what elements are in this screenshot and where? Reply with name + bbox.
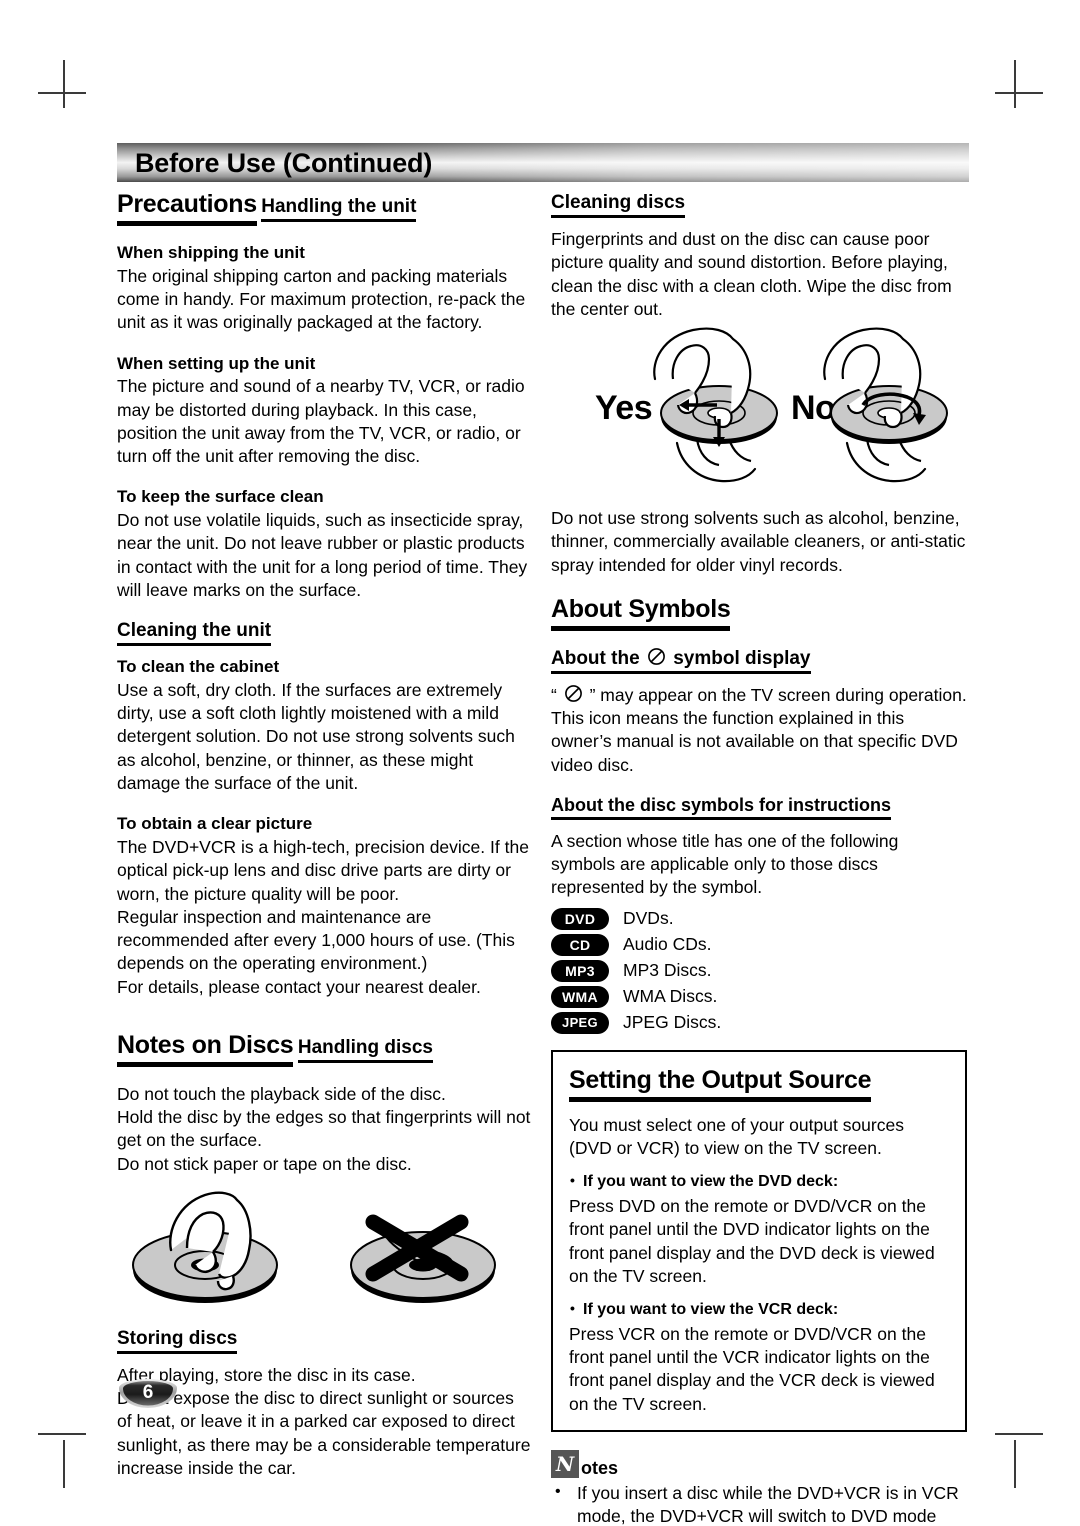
section-heading-precautions: Precautions bbox=[117, 190, 257, 226]
text-output-source-intro: You must select one of your output sourc… bbox=[569, 1114, 904, 1158]
section-heading-output-source: Setting the Output Source bbox=[569, 1066, 872, 1102]
badge-dvd: DVD bbox=[551, 907, 609, 930]
block-text-when-setting-up: The picture and sound of a nearby TV, VC… bbox=[117, 376, 525, 467]
notes-n-icon: N bbox=[551, 1449, 579, 1478]
subsection-heading-handling-discs: Handling discs bbox=[297, 1037, 433, 1063]
disc-symbol-label-wma: WMA Discs. bbox=[623, 985, 718, 1006]
block-text-clean-cabinet: Use a soft, dry cloth. If the surfaces a… bbox=[117, 679, 515, 793]
disc-symbol-row-cd: CD Audio CDs. bbox=[551, 933, 967, 956]
disc-symbol-row-jpeg: JPEG JPEG Discs. bbox=[551, 1011, 967, 1034]
notes-heading-label: otes bbox=[581, 1457, 619, 1478]
subsection-heading-cleaning-discs: Cleaning discs bbox=[551, 192, 686, 218]
block-heading-keep-surface-clean: To keep the surface clean bbox=[117, 487, 324, 507]
page-header-bar: Before Use (Continued) bbox=[117, 143, 969, 182]
manual-page: Before Use (Continued) Precautions Handl… bbox=[0, 0, 1080, 1526]
notes-list: If you insert a disc while the DVD+VCR i… bbox=[551, 1481, 967, 1526]
crop-mark-bottom-left-horizontal bbox=[38, 1433, 86, 1435]
crop-mark-top-right-vertical bbox=[1014, 60, 1016, 108]
disc-symbol-row-wma: WMA WMA Discs. bbox=[551, 985, 967, 1008]
crop-mark-top-left-horizontal bbox=[38, 92, 86, 94]
crop-mark-bottom-right-horizontal bbox=[995, 1433, 1043, 1435]
text-cleaning-discs-warning: Do not use strong solvents such as alcoh… bbox=[551, 508, 966, 575]
bullet-heading-dvd-deck: If you want to view the DVD deck: bbox=[569, 1171, 949, 1193]
block-heading-when-setting-up: When setting up the unit bbox=[117, 353, 316, 373]
prohibition-icon bbox=[648, 647, 665, 665]
section-heading-notes-on-discs: Notes on Discs bbox=[117, 1031, 294, 1067]
block-heading-when-shipping: When shipping the unit bbox=[117, 243, 305, 262]
disc-prohibited-icon bbox=[350, 1214, 496, 1303]
right-column: Cleaning discs Fingerprints and dust on … bbox=[551, 190, 967, 1526]
symbol-display-quote-open: “ bbox=[551, 684, 557, 705]
wipe-incorrect-icon bbox=[823, 327, 948, 483]
page-number-badge: 6 bbox=[117, 1378, 179, 1410]
page-number-text: 6 bbox=[142, 1381, 154, 1403]
disc-symbol-label-dvd: DVDs. bbox=[623, 907, 674, 928]
subsection-heading-disc-symbols: About the disc symbols for instructions bbox=[551, 795, 892, 820]
left-column: Precautions Handling the unit When shipp… bbox=[117, 190, 533, 1498]
symbol-display-heading-after: symbol display bbox=[673, 647, 811, 669]
symbol-display-body: ” may appear on the TV screen during ope… bbox=[551, 684, 967, 775]
disc-symbol-row-mp3: MP3 MP3 Discs. bbox=[551, 959, 967, 982]
section-heading-about-symbols: About Symbols bbox=[551, 595, 731, 631]
text-dvd-deck: Press DVD on the remote or DVD/VCR on th… bbox=[569, 1196, 935, 1286]
text-cleaning-discs: Fingerprints and dust on the disc can ca… bbox=[551, 229, 952, 319]
output-source-box: Setting the Output Source You must selec… bbox=[551, 1049, 967, 1432]
crop-mark-top-right-horizontal bbox=[995, 92, 1043, 94]
subsection-heading-storing-discs: Storing discs bbox=[117, 1328, 238, 1354]
disc-symbol-label-jpeg: JPEG Discs. bbox=[623, 1011, 722, 1032]
notes-heading: N otes bbox=[551, 1449, 967, 1478]
badge-mp3: MP3 bbox=[551, 959, 609, 982]
notes-list-item: If you insert a disc while the DVD+VCR i… bbox=[551, 1481, 967, 1526]
crop-mark-bottom-right-vertical bbox=[1014, 1440, 1016, 1488]
text-vcr-deck: Press VCR on the remote or DVD/VCR on th… bbox=[569, 1323, 935, 1414]
block-heading-obtain-clear-picture: To obtain a clear picture bbox=[117, 814, 313, 834]
block-text-obtain-clear-picture: The DVD+VCR is a high-tech, precision de… bbox=[117, 837, 529, 997]
symbol-display-heading-before: About the bbox=[551, 647, 640, 669]
badge-jpeg: JPEG bbox=[551, 1011, 609, 1034]
disc-symbol-label-mp3: MP3 Discs. bbox=[623, 959, 712, 980]
disc-handling-illustration bbox=[117, 1186, 533, 1314]
crop-mark-bottom-left-vertical bbox=[63, 1440, 65, 1488]
block-text-keep-surface-clean: Do not use volatile liquids, such as ins… bbox=[117, 510, 528, 600]
disc-symbol-label-cd: Audio CDs. bbox=[623, 933, 712, 954]
subsection-heading-handling-the-unit: Handling the unit bbox=[261, 196, 417, 222]
prohibition-icon-inline bbox=[564, 684, 582, 702]
disc-handling-svg bbox=[132, 1191, 496, 1303]
disc-cleaning-illustration: Yes No bbox=[551, 327, 967, 495]
text-symbol-display: “ ” may appear on the TV screen during o… bbox=[551, 684, 967, 777]
text-storing-discs: After playing, store the disc in its cas… bbox=[117, 1364, 531, 1478]
text-handling-discs: Do not touch the playback side of the di… bbox=[117, 1083, 531, 1174]
bullet-heading-vcr-deck: If you want to view the VCR deck: bbox=[569, 1299, 949, 1321]
text-disc-symbols-intro: A section whose title has one of the fol… bbox=[551, 830, 899, 898]
subsection-heading-symbol-display: About the symbol display bbox=[551, 647, 811, 674]
block-text-when-shipping: The original shipping carton and packing… bbox=[117, 265, 526, 333]
disc-cleaning-svg bbox=[653, 327, 948, 483]
crop-mark-top-left-vertical bbox=[63, 60, 65, 108]
wipe-correct-icon bbox=[653, 327, 778, 483]
badge-wma: WMA bbox=[551, 985, 609, 1008]
disc-symbol-row-dvd: DVD DVDs. bbox=[551, 907, 967, 930]
block-heading-clean-cabinet: To clean the cabinet bbox=[117, 657, 280, 677]
badge-cd: CD bbox=[551, 933, 609, 956]
page-title: Before Use (Continued) bbox=[135, 148, 433, 178]
disc-correct-icon bbox=[132, 1191, 278, 1303]
subsection-heading-cleaning-the-unit: Cleaning the unit bbox=[117, 620, 272, 647]
